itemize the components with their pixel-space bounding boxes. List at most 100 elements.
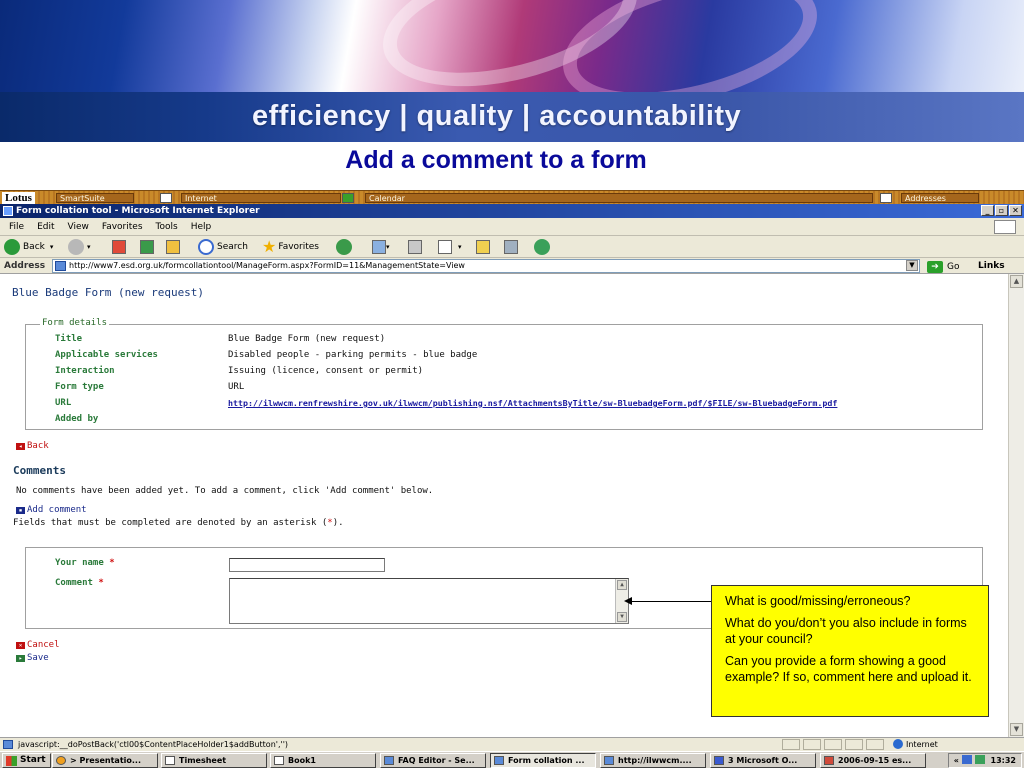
edit-button[interactable]: ▾: [438, 239, 462, 255]
form-url-link[interactable]: http://ilwwcm.renfrewshire.gov.uk/ilwwcm…: [228, 398, 837, 408]
close-button[interactable]: ✕: [1009, 205, 1022, 216]
stop-button[interactable]: [112, 239, 126, 255]
taskbar-item[interactable]: Book1: [270, 753, 376, 768]
lotus-addresses[interactable]: Addresses: [901, 193, 979, 203]
history-icon: [336, 239, 352, 255]
network-icon[interactable]: [961, 755, 972, 764]
cancel-icon: ✕: [16, 641, 25, 649]
status-cell: [824, 739, 842, 750]
menu-favorites[interactable]: Favorites: [102, 222, 143, 232]
address-label: Address: [4, 261, 46, 271]
page-scrollbar[interactable]: ▲ ▼: [1008, 274, 1024, 737]
taskbar-item[interactable]: > Presentatio...: [52, 753, 158, 768]
volume-icon[interactable]: [974, 755, 985, 764]
taskbar-item[interactable]: http://ilwwcm....: [600, 753, 706, 768]
refresh-button[interactable]: [140, 239, 154, 255]
word-icon: [714, 756, 724, 765]
back-button[interactable]: Back ▾: [4, 239, 53, 255]
chevron-down-icon: ▾: [87, 243, 91, 251]
scroll-down-icon[interactable]: ▼: [617, 612, 627, 622]
scroll-up-icon[interactable]: ▲: [617, 580, 627, 590]
page-icon: [3, 740, 13, 749]
your-name-input[interactable]: [229, 558, 385, 572]
form-details-legend: Form details: [40, 318, 110, 328]
menu-edit[interactable]: Edit: [37, 222, 54, 232]
print-icon: [408, 240, 422, 254]
callout-text: What do you/don’t you also include in fo…: [725, 616, 967, 646]
comment-textarea[interactable]: ▲ ▼: [229, 578, 629, 624]
lotus-smartsuite[interactable]: SmartSuite: [56, 193, 134, 203]
menu-view[interactable]: View: [68, 222, 89, 232]
required-note-text: Fields that must be completed are denote…: [13, 518, 328, 528]
messenger-button[interactable]: [534, 239, 553, 255]
start-button[interactable]: Start: [2, 753, 51, 768]
powerpoint-icon: [56, 756, 66, 765]
globe-icon[interactable]: [342, 193, 354, 203]
your-name-label-text: Your name: [55, 558, 104, 568]
taskbar-item-label: http://ilwwcm....: [618, 756, 692, 765]
audio-icon[interactable]: [160, 193, 172, 203]
lotus-calendar[interactable]: Calendar: [365, 193, 873, 203]
taskbar-item-label: 3 Microsoft O...: [728, 756, 798, 765]
mail-button[interactable]: ▾: [372, 239, 390, 255]
browser-toolbar: Back ▾ ▾ Search ★ Favorites ▾ ▾: [0, 236, 1024, 258]
chevron-down-icon: ▾: [386, 243, 390, 251]
search-button[interactable]: Search: [198, 239, 248, 255]
restore-button[interactable]: ▫: [995, 205, 1008, 216]
callout-text: Can you provide a form showing a good ex…: [725, 654, 972, 684]
ie-icon: [494, 756, 504, 765]
print-button[interactable]: [408, 239, 422, 255]
ie-icon: [384, 756, 394, 765]
save-icon: ▸: [16, 654, 25, 662]
history-button[interactable]: [336, 239, 355, 255]
taskbar-item[interactable]: 3 Microsoft O...: [710, 753, 816, 768]
forward-button[interactable]: ▾: [68, 239, 91, 255]
detail-label: Title: [55, 334, 83, 344]
save-link-label: Save: [27, 653, 49, 663]
lotus-logo[interactable]: Lotus: [2, 192, 35, 204]
detail-value: URL: [228, 382, 245, 392]
back-link[interactable]: ◂ Back: [16, 441, 49, 451]
back-arrow-icon: [4, 239, 20, 255]
taskbar-item[interactable]: Timesheet: [161, 753, 267, 768]
page-icon: [55, 261, 66, 271]
save-link[interactable]: ▸ Save: [16, 653, 49, 663]
address-input[interactable]: http://www7.esd.org.uk/formcollationtool…: [52, 259, 920, 273]
taskbar-item[interactable]: FAQ Editor - Se...: [380, 753, 486, 768]
lotus-toolbar: Lotus SmartSuite Internet Calendar Addre…: [0, 190, 1024, 204]
folder-button[interactable]: [476, 239, 490, 255]
taskbar-item-active[interactable]: Form collation ...: [490, 753, 596, 768]
taskbar-item[interactable]: 2006-09-15 es...: [820, 753, 926, 768]
stop-icon: [112, 240, 126, 254]
clock[interactable]: 13:32: [991, 756, 1016, 765]
lotus-internet[interactable]: Internet: [181, 193, 341, 203]
go-label: Go: [947, 262, 960, 272]
menu-file[interactable]: File: [9, 222, 24, 232]
scroll-up-icon[interactable]: ▲: [1010, 275, 1023, 288]
page-heading: Blue Badge Form (new request): [12, 286, 205, 299]
menu-help[interactable]: Help: [191, 222, 212, 232]
detail-label: Interaction: [55, 366, 115, 376]
windows-logo-icon: [994, 220, 1016, 234]
window-titlebar[interactable]: Form collation tool - Microsoft Internet…: [0, 204, 1024, 218]
go-button[interactable]: ➔ Go: [927, 259, 959, 275]
home-button[interactable]: [166, 239, 180, 255]
chevron-down-icon: ▾: [49, 243, 54, 251]
cancel-link-label: Cancel: [27, 640, 60, 650]
minimize-button[interactable]: _: [981, 205, 994, 216]
calendar-icon[interactable]: [880, 193, 892, 203]
required-note-text: ).: [332, 518, 344, 528]
add-comment-label: Add comment: [27, 505, 87, 515]
add-icon: ▪: [16, 506, 25, 514]
tray-expand-button[interactable]: «: [954, 756, 959, 765]
scroll-down-icon[interactable]: ▼: [1010, 723, 1023, 736]
cancel-link[interactable]: ✕ Cancel: [16, 640, 60, 650]
address-url: http://www7.esd.org.uk/formcollationtool…: [69, 261, 465, 270]
research-button[interactable]: [504, 239, 518, 255]
menu-tools[interactable]: Tools: [156, 222, 178, 232]
add-comment-link[interactable]: ▪ Add comment: [16, 505, 87, 515]
comment-label: Comment *: [55, 578, 104, 588]
address-dropdown[interactable]: ▼: [906, 260, 918, 271]
favorites-button[interactable]: ★ Favorites: [262, 239, 319, 255]
links-button[interactable]: Links: [978, 258, 1005, 274]
